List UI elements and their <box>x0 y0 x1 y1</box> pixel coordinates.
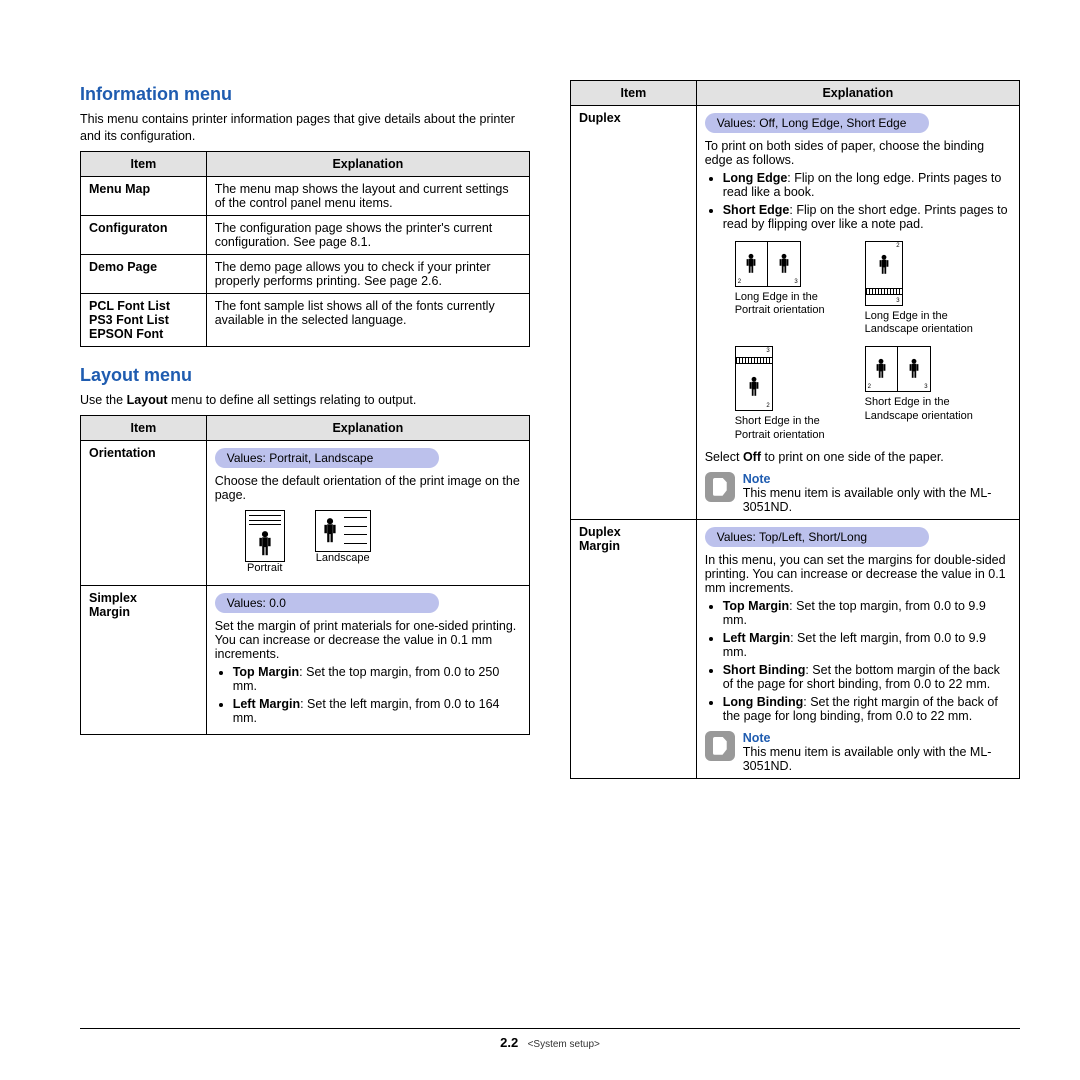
note: Note This menu item is available only wi… <box>705 731 1011 773</box>
layout-table: Item Explanation Orientation Values: Por… <box>80 415 530 735</box>
th-item: Item <box>571 81 697 106</box>
section-label: <System setup> <box>528 1039 600 1050</box>
table-row: Orientation Values: Portrait, Landscape … <box>81 440 530 585</box>
values-pill: Values: Top/Left, Short/Long <box>705 527 929 547</box>
table-row: Duplex Values: Off, Long Edge, Short Edg… <box>571 106 1020 520</box>
layout-heading: Layout menu <box>80 365 530 386</box>
short-edge-portrait-diagram: 3 2 Short Edge in thePortrait orientatio… <box>735 346 825 441</box>
th-explanation: Explanation <box>206 151 529 176</box>
long-edge-portrait-diagram: 2 3 Long Edge in thePortrait orientation <box>735 241 825 336</box>
page-number: 2.2 <box>500 1035 518 1050</box>
values-pill: Values: Portrait, Landscape <box>215 448 439 468</box>
th-item: Item <box>81 415 207 440</box>
info-table: Item Explanation Menu Map The menu map s… <box>80 151 530 347</box>
table-row: Configuraton The configuration page show… <box>81 215 530 254</box>
note-icon <box>705 472 735 502</box>
values-pill: Values: 0.0 <box>215 593 439 613</box>
table-row: Demo Page The demo page allows you to ch… <box>81 254 530 293</box>
duplex-table: Item Explanation Duplex Values: Off, Lon… <box>570 80 1020 779</box>
layout-intro: Use the Layout menu to define all settin… <box>80 392 530 409</box>
short-edge-landscape-diagram: 2 3 Short Edge in theLandscape orientati… <box>865 346 973 441</box>
values-pill: Values: Off, Long Edge, Short Edge <box>705 113 929 133</box>
right-column: Item Explanation Duplex Values: Off, Lon… <box>570 80 1020 1008</box>
landscape-diagram: Landscape <box>315 510 371 574</box>
table-row: Duplex Margin Values: Top/Left, Short/Lo… <box>571 519 1020 778</box>
th-explanation: Explanation <box>696 81 1019 106</box>
portrait-diagram: Portrait <box>245 510 285 574</box>
table-row: Simplex Margin Values: 0.0 Set the margi… <box>81 585 530 734</box>
note-icon <box>705 731 735 761</box>
table-row: Menu Map The menu map shows the layout a… <box>81 176 530 215</box>
page-footer: 2.2 <System setup> <box>80 1028 1020 1080</box>
long-edge-landscape-diagram: 2 3 Long Edge in theLandscape orientatio… <box>865 241 973 336</box>
info-heading: Information menu <box>80 84 530 105</box>
th-item: Item <box>81 151 207 176</box>
info-intro: This menu contains printer information p… <box>80 111 530 145</box>
table-row: PCL Font List PS3 Font List EPSON Font T… <box>81 293 530 346</box>
th-explanation: Explanation <box>206 415 529 440</box>
left-column: Information menu This menu contains prin… <box>80 80 530 1008</box>
note: Note This menu item is available only wi… <box>705 472 1011 514</box>
